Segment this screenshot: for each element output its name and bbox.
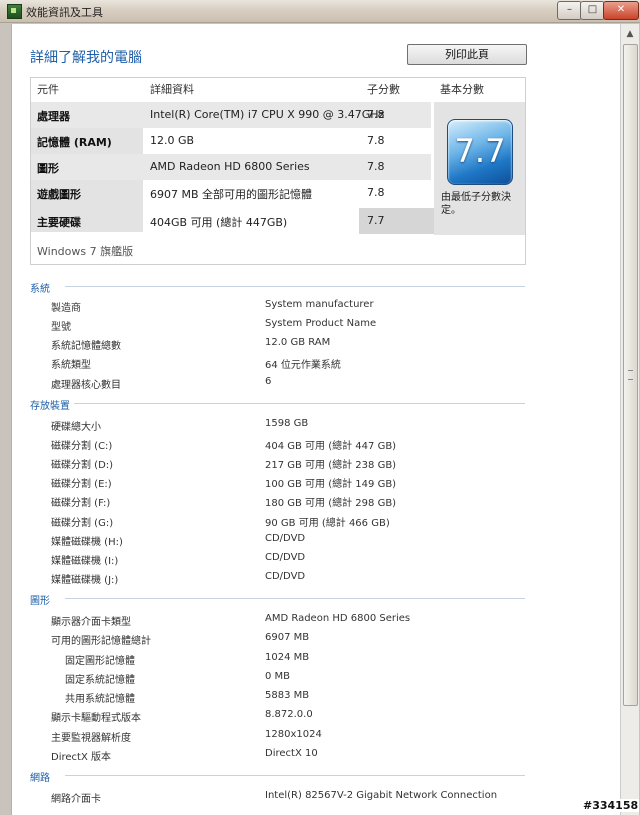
column-header-component: 元件: [37, 83, 59, 96]
detail-label: 媒體磁碟機 (I:): [51, 556, 119, 567]
detail-value: 1598 GB: [265, 418, 309, 429]
detail-value: 5883 MB: [265, 690, 310, 701]
detail-value: 100 GB 可用 (總計 149 GB): [265, 479, 397, 490]
detail-value: 8.872.0.0: [265, 709, 313, 720]
detail-value: 404 GB 可用 (總計 447 GB): [265, 441, 397, 452]
score-table: 元件 詳細資料 子分數 基本分數 處理器 Intel(R) Core(TM) i…: [30, 77, 526, 265]
detail-value: 90 GB 可用 (總計 466 GB): [265, 518, 390, 529]
section-title-system: 系統: [30, 284, 50, 295]
score-row: 主要硬碟 404GB 可用 (總計 447GB) 7.7: [31, 208, 431, 234]
content-pane: 詳細了解我的電腦 列印此頁 元件 詳細資料 子分數 基本分數 處理器 Intel…: [11, 24, 621, 815]
section-divider: [74, 403, 525, 404]
minimize-button[interactable]: –: [557, 1, 582, 20]
detail-label: 處理器核心數目: [51, 380, 121, 391]
column-header-subscore: 子分數: [367, 83, 400, 96]
component-label: 記憶體 (RAM): [37, 136, 112, 149]
detail-value: CD/DVD: [265, 571, 306, 582]
detail-label: 可用的圖形記憶體總計: [51, 636, 151, 647]
section-title-graphics: 圖形: [30, 596, 50, 607]
detail-label: 磁碟分割 (D:): [51, 460, 114, 471]
page-title: 詳細了解我的電腦: [30, 50, 142, 66]
detail-label: 主要監視器解析度: [51, 733, 131, 744]
detail-value: 6: [265, 376, 272, 387]
scrollbar-thumb[interactable]: [623, 44, 638, 706]
detail-value: DirectX 10: [265, 748, 318, 759]
component-details: Intel(R) Core(TM) i7 CPU X 990 @ 3.47GHz: [150, 108, 385, 121]
detail-label: 固定系統記憶體: [65, 675, 135, 686]
detail-label: 系統類型: [51, 360, 91, 371]
detail-value: 0 MB: [265, 671, 291, 682]
score-row: 記憶體 (RAM) 12.0 GB 7.8: [31, 128, 431, 154]
section-divider: [65, 775, 525, 776]
detail-label: 磁碟分割 (G:): [51, 518, 114, 529]
window-title: 效能資訊及工具: [26, 6, 103, 19]
detail-value: System manufacturer: [265, 299, 374, 310]
component-label: 處理器: [37, 110, 70, 123]
component-subscore: 7.8: [367, 186, 385, 199]
detail-label: 固定圖形記憶體: [65, 656, 135, 667]
windows-edition: Windows 7 旗艦版: [37, 245, 134, 258]
vertical-scrollbar[interactable]: ▲ ▼: [620, 24, 639, 815]
detail-label: 媒體磁碟機 (H:): [51, 537, 123, 548]
component-subscore: 7.8: [367, 108, 385, 121]
detail-value: System Product Name: [265, 318, 377, 329]
detail-label: 網路介面卡: [51, 794, 101, 805]
component-details: AMD Radeon HD 6800 Series: [150, 160, 310, 173]
section-title-network: 網路: [30, 773, 50, 784]
scroll-up-arrow-icon[interactable]: ▲: [622, 26, 638, 42]
score-row: 遊戲圖形 6907 MB 全部可用的圖形記憶體 7.8: [31, 180, 431, 206]
detail-label: DirectX 版本: [51, 752, 111, 763]
detail-label: 媒體磁碟機 (J:): [51, 575, 119, 586]
component-subscore: 7.8: [367, 134, 385, 147]
component-label: 圖形: [37, 162, 59, 175]
detail-value: CD/DVD: [265, 533, 306, 544]
base-score-panel: 7.7 由最低子分數決定。: [434, 102, 525, 235]
component-subscore: 7.7: [367, 214, 385, 227]
component-details: 12.0 GB: [150, 134, 195, 147]
component-details: 404GB 可用 (總計 447GB): [150, 216, 288, 229]
detail-value: CD/DVD: [265, 552, 306, 563]
section-title-storage: 存放裝置: [30, 401, 70, 412]
detail-value: 6907 MB: [265, 632, 310, 643]
detail-label: 顯示器介面卡類型: [51, 617, 131, 628]
print-page-button[interactable]: 列印此頁: [407, 44, 527, 65]
column-header-base-score: 基本分數: [440, 83, 484, 96]
score-row: 處理器 Intel(R) Core(TM) i7 CPU X 990 @ 3.4…: [31, 102, 431, 128]
detail-value: 12.0 GB RAM: [265, 337, 331, 348]
close-button[interactable]: ✕: [603, 1, 639, 20]
detail-label: 共用系統記憶體: [65, 694, 135, 705]
detail-label: 磁碟分割 (E:): [51, 479, 112, 490]
detail-label: 顯示卡驅動程式版本: [51, 713, 141, 724]
detail-value: 217 GB 可用 (總計 238 GB): [265, 460, 397, 471]
base-score-note: 由最低子分數決定。: [441, 192, 511, 216]
component-label: 遊戲圖形: [37, 188, 81, 201]
detail-label: 磁碟分割 (C:): [51, 441, 113, 452]
component-details: 6907 MB 全部可用的圖形記憶體: [150, 188, 313, 201]
scrollbar-grip-icon: [628, 370, 633, 380]
title-bar[interactable]: 效能資訊及工具 – □ ✕: [0, 0, 640, 23]
detail-label: 硬碟總大小: [51, 422, 101, 433]
section-divider: [65, 598, 525, 599]
detail-value: Intel(R) 82567V-2 Gigabit Network Connec…: [265, 790, 498, 801]
detail-value: 180 GB 可用 (總計 298 GB): [265, 498, 397, 509]
section-divider: [65, 286, 525, 287]
detail-value: 64 位元作業系統: [265, 360, 341, 371]
detail-label: 型號: [51, 322, 71, 333]
component-label: 主要硬碟: [37, 216, 81, 229]
detail-value: 1024 MB: [265, 652, 310, 663]
column-header-details: 詳細資料: [150, 83, 194, 96]
component-subscore: 7.8: [367, 160, 385, 173]
detail-label: 磁碟分割 (F:): [51, 498, 111, 509]
maximize-button[interactable]: □: [580, 1, 605, 20]
detail-value: 1280x1024: [265, 729, 322, 740]
base-score-value: 7.7: [454, 132, 506, 170]
base-score-badge: 7.7: [447, 119, 513, 185]
watermark: #334158: [582, 799, 640, 812]
detail-label: 製造商: [51, 303, 81, 314]
detail-label: 系統記憶體總數: [51, 341, 121, 352]
score-row: 圖形 AMD Radeon HD 6800 Series 7.8: [31, 154, 431, 180]
performance-app-icon: [7, 4, 22, 19]
performance-info-window: 效能資訊及工具 – □ ✕ 詳細了解我的電腦 列印此頁 元件 詳細資料 子分數 …: [0, 0, 640, 815]
detail-value: AMD Radeon HD 6800 Series: [265, 613, 411, 624]
